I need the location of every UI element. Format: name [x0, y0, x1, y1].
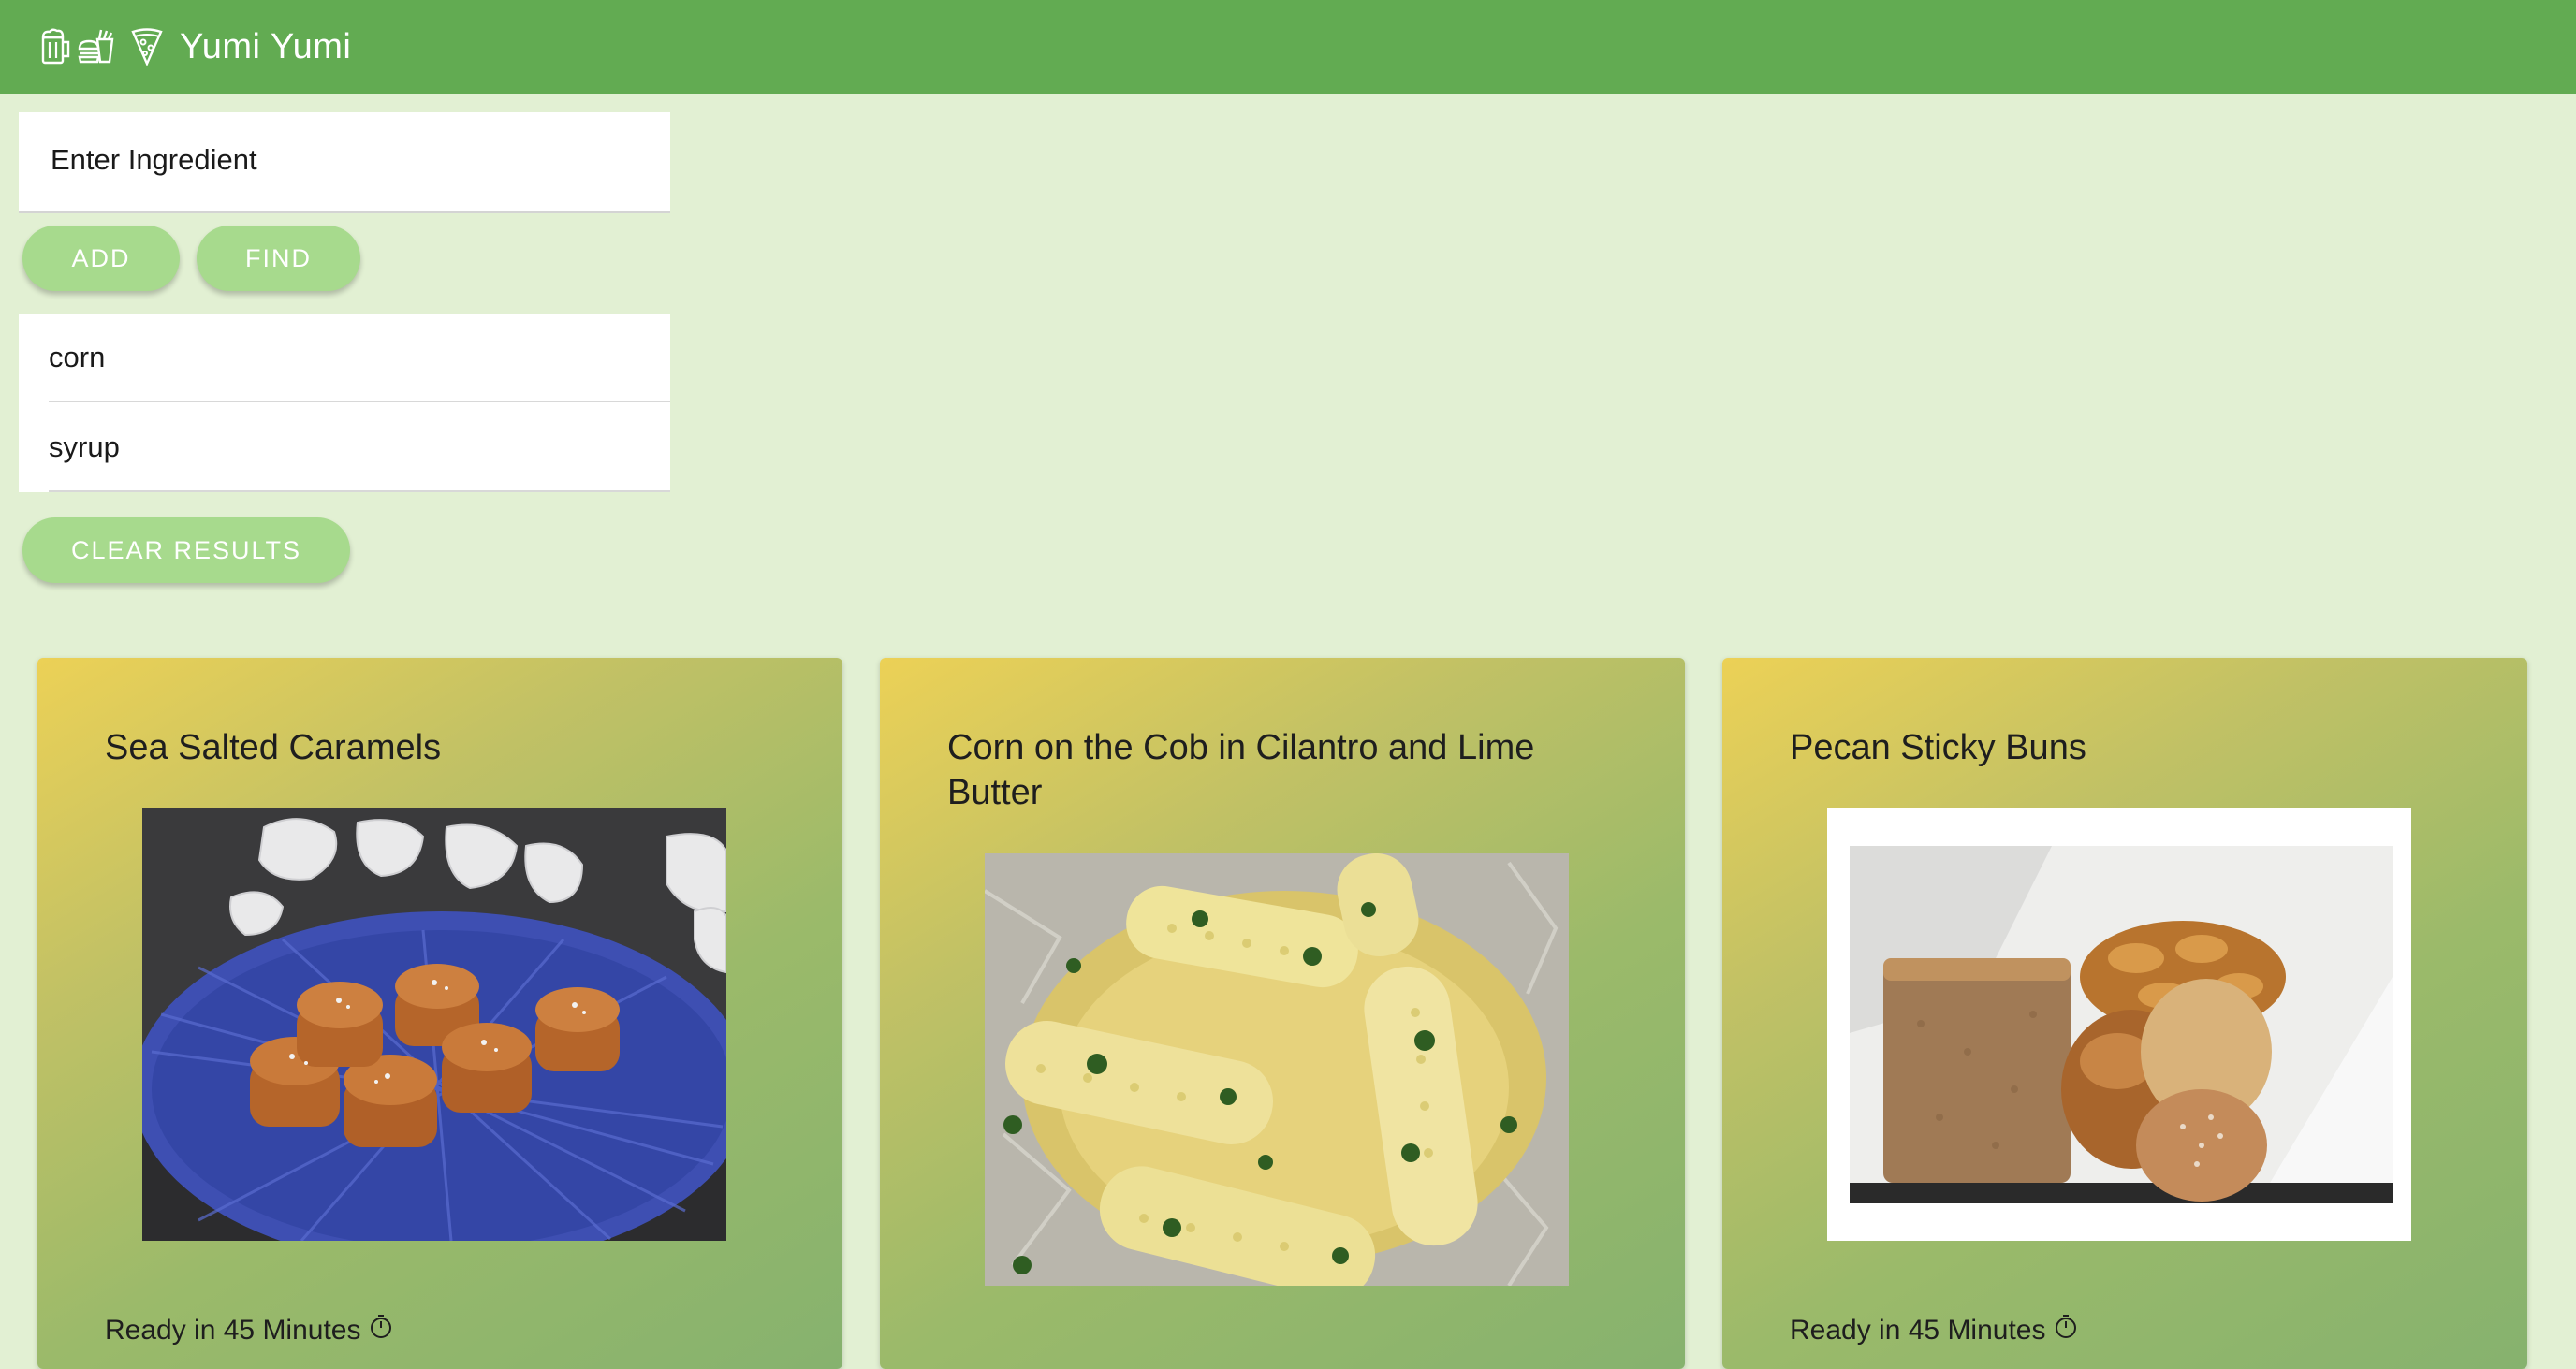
beer-mug-icon: [39, 28, 71, 66]
timer-icon: [369, 1313, 393, 1348]
find-button[interactable]: FIND: [197, 226, 360, 291]
corn-cob-photo: [985, 853, 1569, 1286]
app-title: Yumi Yumi: [180, 26, 352, 66]
ready-time-text: Ready in 45 Minutes: [105, 1315, 361, 1346]
caramels-photo: [142, 808, 726, 1241]
ready-time: Ready in 45 Minutes: [1790, 1313, 2078, 1348]
recipe-title: Corn on the Cob in Cilantro and Lime But…: [947, 728, 1535, 812]
app-header: Yumi Yumi: [0, 0, 2576, 94]
sticky-buns-photo: [1827, 808, 2411, 1241]
recipe-title: Pecan Sticky Buns: [1790, 728, 2086, 767]
pizza-slice-icon: [131, 28, 163, 66]
ingredient-item[interactable]: syrup: [49, 404, 670, 492]
ingredient-input[interactable]: [49, 131, 633, 189]
fries-burger-icon: [77, 28, 114, 66]
recipe-title: Sea Salted Caramels: [105, 728, 442, 767]
ready-time-text: Ready in 45 Minutes: [1790, 1315, 2046, 1346]
logo-icons: [39, 28, 163, 66]
clear-results-button[interactable]: CLEAR RESULTS: [22, 517, 350, 583]
timer-icon: [2054, 1313, 2078, 1348]
recipe-card[interactable]: Pecan Sticky Buns Ready in 45 Minutes: [1722, 658, 2527, 1369]
recipe-card[interactable]: Corn on the Cob in Cilantro and Lime But…: [880, 658, 1685, 1369]
ingredient-item[interactable]: corn: [49, 314, 670, 402]
add-button[interactable]: ADD: [22, 226, 180, 291]
recipe-card[interactable]: Sea Salted Caramels Ready in 45 Minutes: [37, 658, 842, 1369]
ingredient-input-container: [19, 112, 670, 213]
ready-time: Ready in 45 Minutes: [105, 1313, 393, 1348]
ingredient-list: corn syrup: [19, 314, 670, 492]
